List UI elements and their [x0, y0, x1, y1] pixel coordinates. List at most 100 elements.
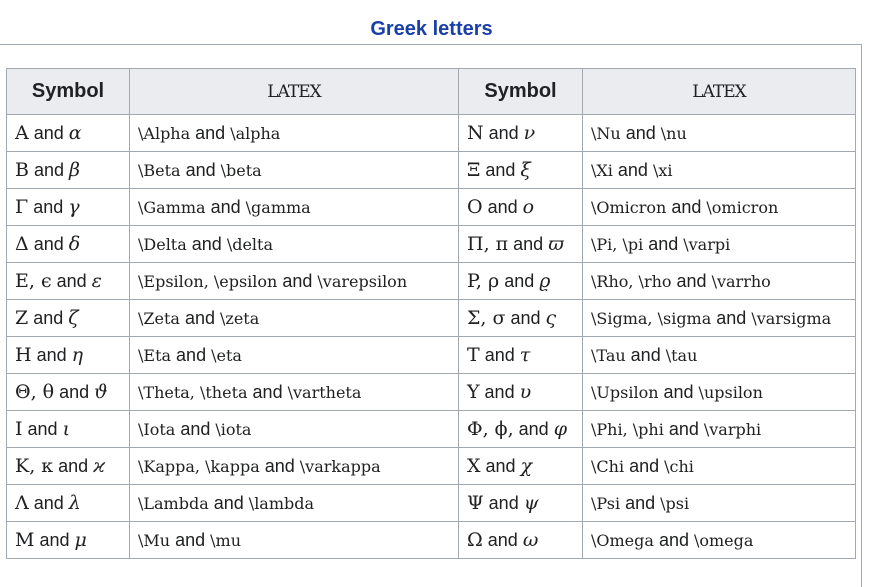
- symbol-cell: B and β: [6, 151, 130, 189]
- table-row: A and α \Alpha and \alpha N and ν \Nu and \…: [6, 114, 856, 152]
- uppercase-symbol: Ω: [467, 528, 483, 551]
- lowercase-symbol: β: [69, 158, 80, 181]
- latex-command: \Tau: [591, 345, 626, 365]
- latex-command-variant: \gamma: [245, 197, 311, 217]
- and-text: and: [479, 381, 520, 402]
- latex-command: \Psi: [591, 493, 621, 513]
- lowercase-symbol: ι: [62, 417, 71, 440]
- latex-cell: \Gamma and \gamma: [129, 188, 459, 226]
- latex-command: \Alpha: [138, 123, 191, 143]
- and-text: and: [180, 159, 221, 180]
- lowercase-symbol: ϱ: [539, 269, 551, 292]
- latex-cell: \Alpha and \alpha: [129, 114, 459, 152]
- symbol-cell: Ω and ω: [458, 521, 583, 559]
- uppercase-symbol: Θ, θ: [15, 380, 55, 403]
- table-row: Λ and λ \Lambda and \lambda Ψ and ψ \Psi an…: [6, 484, 856, 522]
- latex-command-variant: \varsigma: [751, 308, 832, 328]
- latex-command: \Kappa, \kappa: [138, 456, 260, 476]
- latex-cell: \Chi and \chi: [582, 447, 856, 485]
- latex-command: \Iota: [138, 419, 176, 439]
- uppercase-symbol: O: [467, 195, 483, 218]
- lowercase-symbol: ψ: [523, 491, 539, 514]
- symbol-cell: Υ and υ: [458, 373, 583, 411]
- lowercase-symbol: δ: [68, 232, 81, 255]
- latex-command: \Omega: [591, 530, 654, 550]
- latex-command: \Epsilon, \epsilon: [138, 271, 278, 291]
- latex-command-variant: \eta: [211, 345, 242, 365]
- lowercase-symbol: τ: [519, 343, 531, 366]
- latex-cell: \Delta and \delta: [129, 225, 459, 263]
- latex-command-variant: \varpi: [683, 234, 731, 254]
- and-text: and: [612, 159, 653, 180]
- and-text: and: [482, 196, 523, 217]
- table-row: H and η \Eta and \eta T and τ \Tau and \tau: [6, 336, 856, 374]
- lowercase-symbol: ϖ: [548, 232, 564, 255]
- latex-command-variant: \beta: [220, 160, 262, 180]
- latex-cell: \Zeta and \zeta: [129, 299, 459, 337]
- latex-cell: \Phi, \phi and \varphi: [582, 410, 856, 448]
- header-symbol-2: Symbol: [458, 68, 583, 115]
- lowercase-symbol: ω: [522, 528, 539, 551]
- latex-command-variant: \varphi: [703, 419, 762, 439]
- symbol-cell: Σ, σ and ς: [458, 299, 583, 337]
- and-text: and: [653, 529, 694, 550]
- symbol-cell: Λ and λ: [6, 484, 130, 522]
- uppercase-symbol: Λ: [15, 491, 29, 514]
- uppercase-symbol: Γ: [15, 195, 29, 218]
- latex-cell: \Lambda and \lambda: [129, 484, 459, 522]
- latex-command-variant: \iota: [215, 419, 252, 439]
- latex-command-variant: \alpha: [230, 123, 281, 143]
- table-row: B and β \Beta and \beta Ξ and ξ \Xi and \xi: [6, 151, 856, 189]
- uppercase-symbol: Υ: [467, 380, 480, 403]
- latex-cell: \Theta, \theta and \vartheta: [129, 373, 459, 411]
- lowercase-symbol: ν: [523, 121, 536, 144]
- latex-command-variant: \nu: [660, 123, 687, 143]
- lowercase-symbol: ς: [545, 306, 557, 329]
- symbol-cell: P, ρ and ϱ: [458, 262, 583, 300]
- uppercase-symbol: Σ, σ: [467, 306, 506, 329]
- and-text: and: [28, 159, 70, 180]
- latex-command-variant: \varrho: [711, 271, 771, 291]
- table-caption: Greek letters: [370, 18, 493, 40]
- table-row: Z and ζ \Zeta and \zeta Σ, σ and ς \Sigma, …: [6, 299, 856, 337]
- and-text: and: [28, 233, 69, 254]
- latex-command-variant: \xi: [652, 160, 673, 180]
- latex-cell: \Epsilon, \epsilon and \varepsilon: [129, 262, 459, 300]
- symbol-cell: E, ϵ and ε: [6, 262, 130, 300]
- lowercase-symbol: φ: [553, 417, 568, 440]
- lowercase-symbol: λ: [68, 491, 81, 514]
- uppercase-symbol: N: [467, 121, 484, 144]
- uppercase-symbol: Ξ: [467, 158, 481, 181]
- and-text: and: [671, 270, 712, 291]
- latex-command-variant: \omicron: [706, 197, 779, 217]
- table-row: Δ and δ \Delta and \delta Π, π and ϖ \Pi, \…: [6, 225, 856, 263]
- latex-command: \Sigma, \sigma: [591, 308, 712, 328]
- and-text: and: [508, 233, 549, 254]
- symbol-cell: K, κ and ϰ: [6, 447, 130, 485]
- uppercase-symbol: Z: [15, 306, 29, 329]
- latex-command-variant: \tau: [665, 345, 698, 365]
- table-body: A and α \Alpha and \alpha N and ν \Nu and \…: [6, 114, 856, 559]
- and-text: and: [175, 418, 216, 439]
- latex-command-variant: \chi: [664, 456, 694, 476]
- symbol-cell: H and η: [6, 336, 130, 374]
- latex-command-variant: \zeta: [220, 308, 260, 328]
- symbol-cell: Ψ and ψ: [458, 484, 583, 522]
- uppercase-symbol: P, ρ: [467, 269, 500, 292]
- uppercase-symbol: T: [467, 343, 480, 366]
- and-text: and: [666, 196, 707, 217]
- and-text: and: [28, 196, 69, 217]
- uppercase-symbol: X: [467, 454, 481, 477]
- and-text: and: [205, 196, 246, 217]
- latex-command: \Rho, \rho: [591, 271, 672, 291]
- and-text: and: [483, 122, 524, 143]
- uppercase-symbol: B: [15, 158, 29, 181]
- latex-command-variant: \varkappa: [299, 456, 381, 476]
- latex-cell: \Pi, \pi and \varpi: [582, 225, 856, 263]
- and-text: and: [51, 270, 92, 291]
- header-latex-2: LATEX: [582, 68, 856, 115]
- latex-command-variant: \vartheta: [287, 382, 362, 402]
- latex-command: \Eta: [138, 345, 172, 365]
- symbol-cell: Φ, ϕ, and φ: [458, 410, 583, 448]
- latex-cell: \Upsilon and \upsilon: [582, 373, 856, 411]
